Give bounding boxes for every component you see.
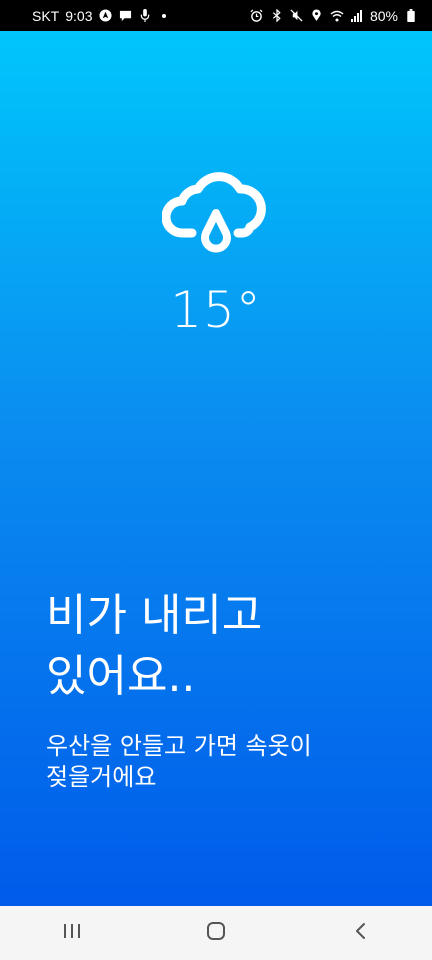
weather-subtitle: 우산을 안들고 가면 속옷이 젖을거에요 (46, 731, 396, 793)
recent-apps-icon (63, 923, 81, 943)
battery-percent: 80% (369, 7, 398, 24)
weather-headline: 비가 내리고 있어요.. (46, 585, 406, 707)
bluetooth-icon (270, 9, 284, 23)
headline-line-1: 비가 내리고 (46, 590, 263, 641)
navigation-bar (0, 906, 432, 960)
rain-cloud-icon (161, 171, 270, 263)
chat-bubble-icon (118, 9, 132, 23)
home-button[interactable] (186, 906, 246, 960)
temperature-label: 15° (170, 281, 262, 339)
battery-icon (404, 9, 418, 23)
status-bar-right: 80% (250, 8, 418, 24)
signal-icon (350, 9, 364, 23)
recent-apps-button[interactable] (42, 906, 102, 960)
home-icon (206, 921, 226, 945)
back-icon (354, 922, 366, 944)
notification-dot-icon (162, 13, 167, 18)
status-bar: SKT 9:03 80% (0, 0, 432, 31)
microphone-icon (138, 9, 152, 23)
status-bar-left: SKT 9:03 (32, 7, 167, 24)
weather-panel: 15° 비가 내리고 있어요.. 우산을 안들고 가면 속옷이 젖을거에요 (0, 31, 432, 906)
location-icon (310, 9, 324, 23)
subtitle-line-1: 우산을 안들고 가면 속옷이 (46, 732, 312, 760)
subtitle-line-2: 젖을거에요 (46, 763, 157, 791)
clock: 9:03 (65, 7, 93, 24)
back-button[interactable] (330, 906, 390, 960)
headline-line-2: 있어요.. (46, 651, 196, 702)
carrier-label: SKT (32, 7, 60, 24)
mute-icon (290, 9, 304, 23)
navigation-arrow-icon (98, 9, 112, 23)
alarm-icon (250, 9, 264, 23)
wifi-icon (330, 9, 344, 23)
weather-screen: SKT 9:03 80% 15° 비가 내리고 있어요.. 우산을 안들고 가면… (0, 0, 432, 960)
